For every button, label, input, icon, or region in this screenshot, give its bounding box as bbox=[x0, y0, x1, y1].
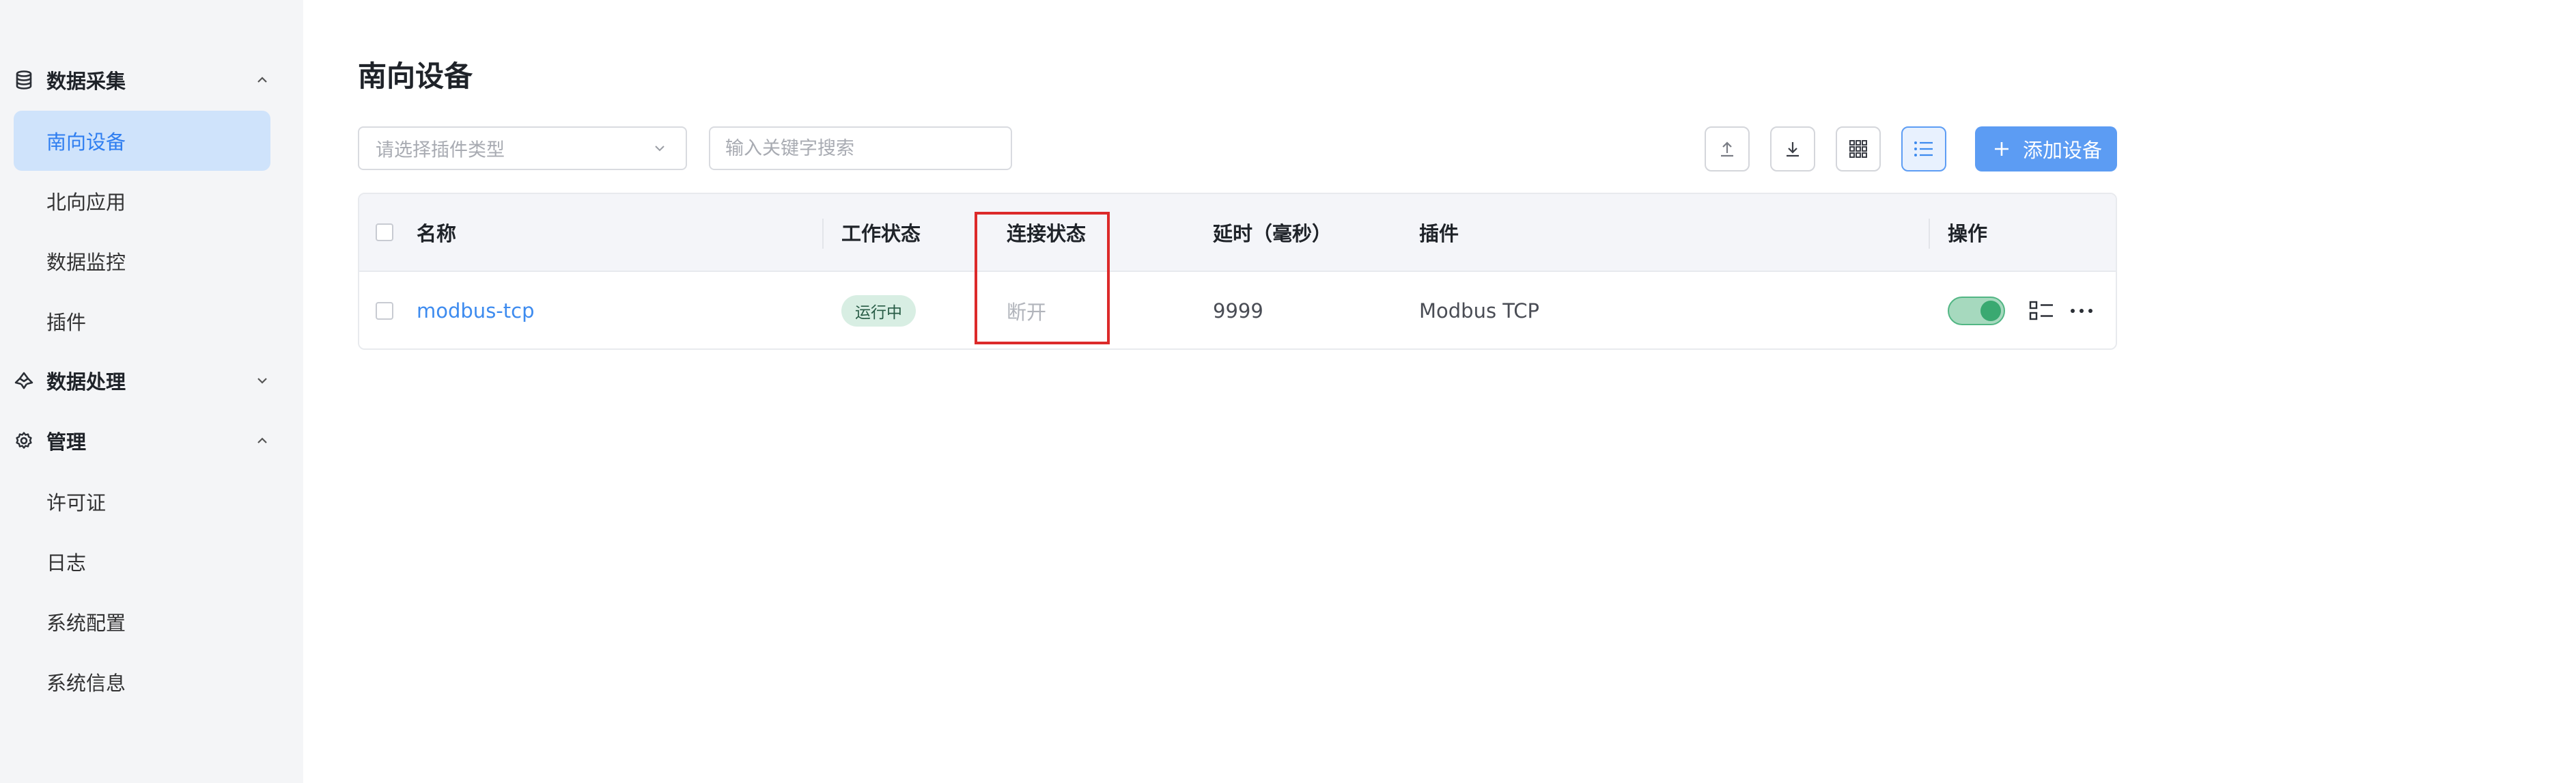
sidebar-item-north-apps[interactable]: 北向应用 bbox=[14, 171, 270, 231]
search-input[interactable] bbox=[709, 126, 1012, 170]
export-button[interactable] bbox=[1770, 126, 1815, 171]
plugin-type-select[interactable]: 请选择插件类型 bbox=[358, 126, 687, 170]
import-button[interactable] bbox=[1705, 126, 1750, 171]
row-select-cell bbox=[376, 272, 393, 348]
sidebar-item-logs[interactable]: 日志 bbox=[14, 532, 270, 592]
sidebar-group-data-collection[interactable]: 数据采集 bbox=[0, 53, 303, 107]
enable-toggle[interactable] bbox=[1948, 297, 2005, 325]
more-icon bbox=[2071, 309, 2092, 313]
table-header: 名称 工作状态 连接状态 延时（毫秒） 插件 操作 bbox=[359, 194, 2116, 272]
sidebar-item-south-devices[interactable]: 南向设备 bbox=[14, 111, 270, 171]
sidebar-group-data-processing[interactable]: 数据处理 bbox=[0, 353, 303, 408]
add-device-button[interactable]: 添加设备 bbox=[1975, 126, 2117, 171]
list-view-button[interactable] bbox=[1901, 126, 1946, 171]
sidebar-item-system-config[interactable]: 系统配置 bbox=[14, 592, 270, 652]
delay-value: 9999 bbox=[1213, 299, 1263, 322]
plus-icon bbox=[1995, 142, 2008, 156]
chevron-down-icon bbox=[655, 146, 664, 152]
work-status-cell: 运行中 bbox=[841, 272, 916, 348]
upload-icon bbox=[1721, 141, 1733, 157]
config-button[interactable] bbox=[2028, 272, 2056, 348]
data-processing-icon bbox=[14, 370, 34, 391]
column-header-delay[interactable]: 延时（毫秒） bbox=[1213, 194, 1332, 271]
list-icon bbox=[1914, 141, 1933, 156]
column-header-plugin[interactable]: 插件 bbox=[1419, 194, 1459, 271]
select-all-cell bbox=[376, 194, 393, 271]
sidebar-group-label: 管理 bbox=[46, 430, 87, 454]
device-table: 名称 工作状态 连接状态 延时（毫秒） 插件 操作 modbus-tcp 运行中… bbox=[358, 193, 2117, 350]
plugin-name: Modbus TCP bbox=[1419, 299, 1540, 322]
download-icon bbox=[1787, 142, 1799, 157]
plugin-type-placeholder: 请选择插件类型 bbox=[376, 139, 505, 161]
column-header-name[interactable]: 名称 bbox=[417, 194, 456, 271]
sidebar: 数据采集 南向设备 北向应用 数据监控 插件 数据处理 管理 许可证 日志 系统… bbox=[0, 0, 303, 783]
column-divider bbox=[822, 219, 824, 249]
actions-cell bbox=[1948, 272, 2005, 348]
config-list-icon bbox=[2029, 301, 2053, 320]
sidebar-item-data-monitoring[interactable]: 数据监控 bbox=[14, 231, 270, 291]
more-actions-button[interactable] bbox=[2069, 272, 2094, 348]
sidebar-group-label: 数据采集 bbox=[46, 70, 126, 93]
gear-icon bbox=[14, 430, 34, 451]
row-checkbox[interactable] bbox=[376, 302, 393, 320]
database-icon bbox=[14, 70, 34, 90]
column-header-connection-status[interactable]: 连接状态 bbox=[1007, 194, 1086, 271]
chevron-up-icon bbox=[257, 437, 267, 443]
sidebar-item-system-info[interactable]: 系统信息 bbox=[14, 652, 270, 712]
sidebar-group-label: 数据处理 bbox=[46, 370, 126, 394]
grid-icon bbox=[1849, 140, 1867, 158]
card-view-button[interactable] bbox=[1836, 126, 1881, 171]
add-device-label: 添加设备 bbox=[2023, 139, 2103, 162]
select-all-checkbox[interactable] bbox=[376, 223, 393, 241]
toggle-knob bbox=[1980, 301, 2001, 321]
column-divider bbox=[1929, 219, 1930, 249]
sidebar-group-management[interactable]: 管理 bbox=[0, 413, 303, 468]
column-header-work-status[interactable]: 工作状态 bbox=[841, 194, 921, 271]
device-name-link[interactable]: modbus-tcp bbox=[417, 272, 535, 348]
chevron-up-icon bbox=[257, 77, 267, 83]
connection-status: 断开 bbox=[1007, 301, 1047, 324]
page-title: 南向设备 bbox=[358, 59, 473, 93]
status-badge: 运行中 bbox=[841, 295, 916, 327]
sidebar-item-plugins[interactable]: 插件 bbox=[14, 291, 270, 351]
chevron-down-icon bbox=[257, 378, 267, 384]
sidebar-item-license[interactable]: 许可证 bbox=[14, 471, 270, 532]
table-row: modbus-tcp 运行中 断开 9999 Modbus TCP bbox=[359, 272, 2116, 348]
column-header-actions: 操作 bbox=[1948, 222, 1988, 245]
